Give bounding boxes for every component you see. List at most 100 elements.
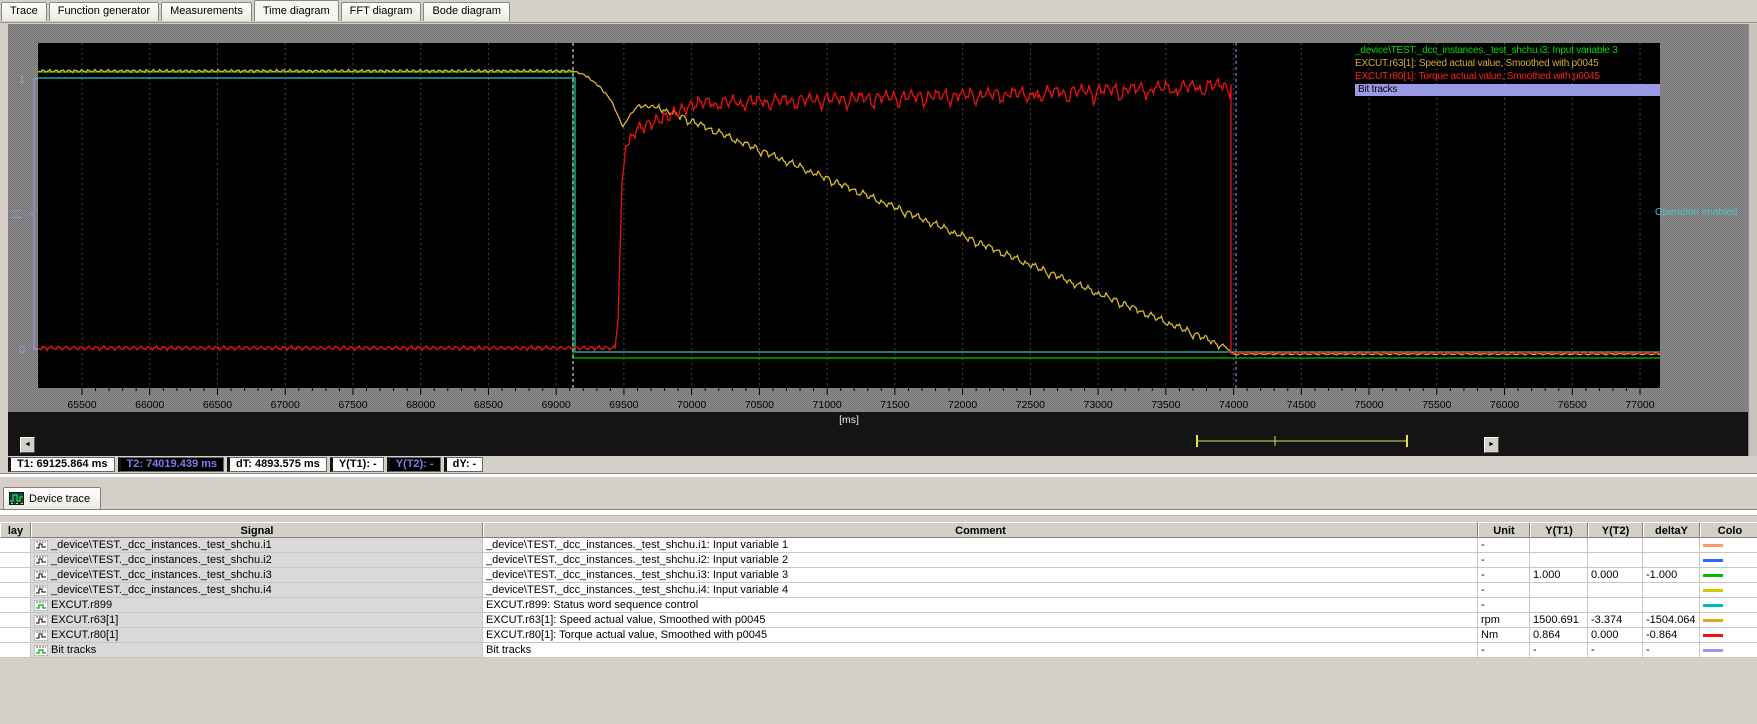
- color-cell: [1700, 568, 1757, 582]
- signal-color-swatch: [1703, 573, 1723, 577]
- signal-color-swatch: [1703, 543, 1723, 547]
- x-tick-label: 70500: [744, 399, 774, 411]
- diagram-tabbar: Trace Function generator Measurements Time …: [0, 0, 1757, 23]
- tab-measurements[interactable]: Measurements: [161, 2, 252, 21]
- legend-entry: EXCUT.r80[1]: Torque actual value, Smoot…: [1355, 71, 1600, 82]
- comment-cell: EXCUT.r80[1]: Torque actual value, Smoot…: [483, 628, 1478, 642]
- table-row[interactable]: _device\TEST._dcc_instances._test_shchu.…: [0, 568, 1757, 583]
- device-trace-tab[interactable]: Device trace: [3, 487, 102, 509]
- x-tick-label: 67000: [270, 399, 300, 411]
- yt2-cell: [1588, 583, 1643, 597]
- table-row[interactable]: Bit tracks Bit tracks - - - -: [0, 643, 1757, 658]
- x-tick-label: 71500: [880, 399, 910, 411]
- tab-bode-diagram[interactable]: Bode diagram: [423, 2, 510, 21]
- table-row[interactable]: EXCUT.r63[1] EXCUT.r63[1]: Speed actual v…: [0, 613, 1757, 628]
- scroll-left-button[interactable]: ◄: [20, 437, 35, 453]
- signal-color-swatch: [1703, 648, 1723, 652]
- color-cell: [1700, 628, 1757, 642]
- table-row[interactable]: _device\TEST._dcc_instances._test_shchu.…: [0, 553, 1757, 568]
- column-header-y(t2)[interactable]: Y(T2): [1588, 522, 1643, 538]
- time-scrollbar[interactable]: [ms] ◄ ►: [8, 412, 1748, 456]
- column-header-y(t1)[interactable]: Y(T1): [1530, 522, 1588, 538]
- readout-yt2[interactable]: Y(T2): -: [386, 457, 441, 472]
- display-cell: [0, 643, 31, 657]
- trace-tool-window: Trace Function generator Measurements Time …: [0, 0, 1757, 724]
- deltay-cell: [1643, 553, 1700, 567]
- signal-cell: Bit tracks: [31, 643, 483, 657]
- operation-enabled-bit-trace: [38, 77, 1660, 353]
- yt2-cell: [1588, 538, 1643, 552]
- signal-cell: _device\TEST._dcc_instances._test_shchu.…: [31, 583, 483, 597]
- torque-actual-trace: [38, 76, 1660, 356]
- legend-entry: _device\TEST._dcc_instances._test_shchu.…: [1355, 45, 1618, 56]
- table-row[interactable]: _device\TEST._dcc_instances._test_shchu.…: [0, 583, 1757, 598]
- display-cell: [0, 538, 31, 552]
- x-tick-label: 68500: [473, 399, 504, 411]
- operation-enabled-label: Operation enabled: [1655, 207, 1738, 218]
- yt1-cell: 0.864: [1530, 628, 1588, 642]
- unit-cell: -: [1478, 568, 1530, 582]
- readout-t2[interactable]: T2: 74019.439 ms: [117, 457, 225, 472]
- readout-yt1[interactable]: Y(T1): -: [329, 457, 384, 472]
- device-trace-icon: [9, 492, 24, 505]
- table-row[interactable]: EXCUT.r80[1] EXCUT.r80[1]: Torque actual …: [0, 628, 1757, 643]
- color-cell: [1700, 598, 1757, 612]
- table-header: lay Signal Comment Unit Y(T1) Y(T2) deltaY Colo: [0, 522, 1757, 538]
- deltay-cell: -1.000: [1643, 568, 1700, 582]
- readout-t1[interactable]: T1: 69125.864 ms: [8, 457, 115, 472]
- pane-divider: [0, 473, 1757, 477]
- x-tick-label: 75000: [1354, 399, 1384, 411]
- x-tick-label: 70000: [677, 399, 707, 411]
- yt1-cell: [1530, 553, 1588, 567]
- color-cell: [1700, 538, 1757, 552]
- deltay-cell: -0.864: [1643, 628, 1700, 642]
- column-header-colo[interactable]: Colo: [1700, 522, 1757, 538]
- device-trace-tab-label: Device trace: [29, 492, 91, 505]
- analog-signal-icon: [34, 584, 48, 596]
- analog-signal-icon: [34, 614, 48, 626]
- plot-area[interactable]: _device\TEST._dcc_instances._test_shchu.…: [38, 43, 1660, 388]
- scroll-right-button[interactable]: ►: [1484, 437, 1499, 453]
- tab-function-generator[interactable]: Function generator: [48, 2, 160, 21]
- table-row[interactable]: _device\TEST._dcc_instances._test_shchu.…: [0, 538, 1757, 553]
- deltay-cell: [1643, 583, 1700, 597]
- yt1-cell: 1.000: [1530, 568, 1588, 582]
- comment-cell: EXCUT.r63[1]: Speed actual value, Smooth…: [483, 613, 1478, 627]
- x-axis-unit-label: [ms]: [839, 414, 859, 426]
- readout-dy[interactable]: dY: -: [443, 457, 484, 472]
- analog-signal-icon: [34, 569, 48, 581]
- yt2-cell: -: [1588, 643, 1643, 657]
- column-header-signal[interactable]: Signal: [31, 522, 483, 538]
- speed-actual-trace: [38, 68, 1660, 356]
- signal-color-swatch: [1703, 588, 1723, 592]
- chart-legend: _device\TEST._dcc_instances._test_shchu.…: [1355, 44, 1660, 96]
- yt1-cell: [1530, 583, 1588, 597]
- pane-groove: [0, 509, 1757, 516]
- comment-cell: _device\TEST._dcc_instances._test_shchu.…: [483, 583, 1478, 597]
- vertical-scrollbar[interactable]: [1748, 24, 1757, 456]
- signal-cell: _device\TEST._dcc_instances._test_shchu.…: [31, 538, 483, 552]
- signal-cell: _device\TEST._dcc_instances._test_shchu.…: [31, 553, 483, 567]
- display-cell: [0, 568, 31, 582]
- comment-cell: Bit tracks: [483, 643, 1478, 657]
- tab-time-diagram[interactable]: Time diagram: [253, 0, 339, 21]
- display-cell: [0, 628, 31, 642]
- column-header-comment[interactable]: Comment: [483, 522, 1478, 538]
- zoom-range-slider[interactable]: [1196, 434, 1408, 447]
- signal-cell: EXCUT.r899: [31, 598, 483, 612]
- x-tick-label: 74000: [1218, 399, 1249, 411]
- x-tick-label: 68000: [406, 399, 436, 411]
- readout-dt[interactable]: dT: 4893.575 ms: [227, 457, 327, 472]
- table-row[interactable]: EXCUT.r899 EXCUT.r899: Status word sequen…: [0, 598, 1757, 613]
- deltay-cell: -: [1643, 643, 1700, 657]
- column-header-unit[interactable]: Unit: [1478, 522, 1530, 538]
- x-axis-tickband: 65500 66000 66500 67000 67500 68000 68500 69000…: [38, 388, 1660, 412]
- column-header-deltay[interactable]: deltaY: [1643, 522, 1700, 538]
- column-header-lay[interactable]: lay: [0, 522, 31, 538]
- tab-fft-diagram[interactable]: FFT diagram: [340, 2, 422, 21]
- x-tick-label: 76500: [1557, 399, 1587, 411]
- comment-cell: _device\TEST._dcc_instances._test_shchu.…: [483, 538, 1478, 552]
- unit-cell: Nm: [1478, 628, 1530, 642]
- analog-signal-icon: [34, 554, 48, 566]
- tab-trace[interactable]: Trace: [1, 2, 47, 21]
